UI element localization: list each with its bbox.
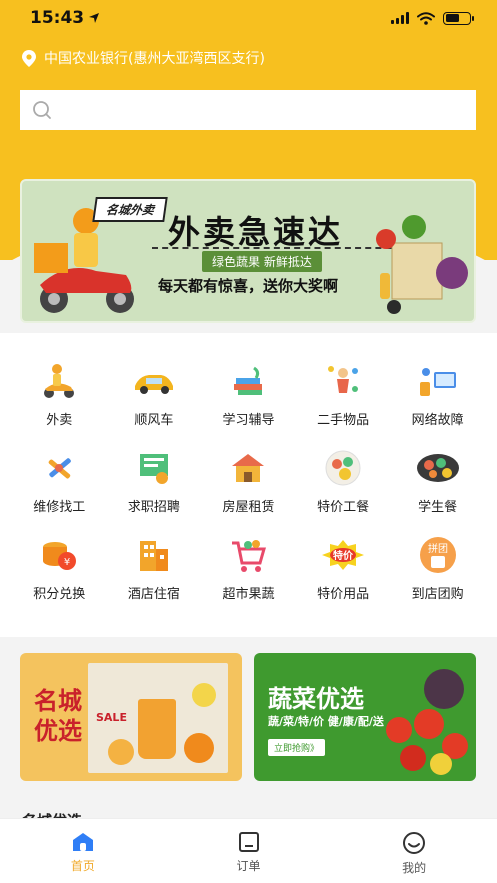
promo-card-vegetables[interactable]: 蔬菜优选 蔬/菜/特/价 健/康/配/送 立即抢购》 [254,653,476,781]
category-label: 求职招聘 [127,500,180,515]
buy-now-button[interactable]: 立即抢购》 [268,739,326,756]
special-price-icon: 特价 [320,535,366,575]
vegetable-basket-illustration [376,215,468,314]
svg-text:拼团: 拼团 [428,542,448,555]
student-meal-icon [415,448,461,488]
tab-orders-label: 订单 [236,859,261,873]
house-icon [225,448,271,488]
books-icon [225,361,271,401]
search-input[interactable] [60,90,476,130]
category-item[interactable]: 外卖 [12,361,107,428]
status-bar: 15:43 [0,0,497,36]
category-item[interactable]: 特价工餐 [296,448,391,515]
category-item[interactable]: 求职招聘 [107,448,202,515]
sale-text: SALE [96,711,127,724]
category-item[interactable]: 超市果蔬 [201,535,296,602]
takeout-banner[interactable]: 名城外卖 外卖急速达 绿色蔬果 新鲜抵达 每天都有惊喜，送你大奖啊 [20,179,476,323]
category-panel: 外卖 顺风车 学习辅导 二手物品 网络故障维修找工 求职招聘 房屋租赁 特价工餐 学生餐 ¥ 积分兑… [0,333,497,637]
promo-right-subtitle: 蔬/菜/特/价 健/康/配/送 [268,715,384,728]
tab-profile[interactable]: 我的 [331,819,497,883]
category-item[interactable]: 酒店住宿 [107,535,202,602]
category-label: 酒店住宿 [127,587,180,602]
signal-icon [391,12,409,24]
category-grid: 外卖 顺风车 学习辅导 二手物品 网络故障维修找工 求职招聘 房屋租赁 特价工餐 学生餐 ¥ 积分兑… [12,361,485,602]
hotel-icon [131,535,177,575]
category-label: 二手物品 [317,413,370,428]
promo-cards: 名城 优选 SALE 蔬菜优选 蔬/菜/特/价 健/康/配/送 立即抢购》 [20,653,476,781]
category-label: 维修找工 [33,500,86,515]
category-label: 特价工餐 [317,500,370,515]
category-label: 房屋租赁 [222,500,275,515]
wifi-icon [417,11,435,25]
current-location[interactable]: 中国农业银行(惠州大亚湾西区支行) [22,48,265,68]
promo-right-title: 蔬菜优选 [268,685,364,713]
promo-left-title2: 优选 [34,717,82,745]
category-item[interactable]: 房屋租赁 [201,448,296,515]
category-label: 超市果蔬 [222,587,275,602]
category-label: 顺风车 [134,413,174,428]
location-pin-icon [22,49,36,67]
banner-tag: 名城外卖 [92,197,168,222]
location-arrow-icon [89,13,100,23]
category-item[interactable]: 特价 特价用品 [296,535,391,602]
svg-text:特价: 特价 [333,549,354,562]
search-bar[interactable] [20,90,476,130]
category-label: 学习辅导 [222,413,275,428]
category-item[interactable]: 网络故障 [390,361,485,428]
meal-plate-icon [320,448,366,488]
svg-text:¥: ¥ [64,557,70,568]
category-item[interactable]: 学习辅导 [201,361,296,428]
category-item[interactable]: ¥ 积分兑换 [12,535,107,602]
group-buy-bag-icon: 拼团 [415,535,461,575]
delivery-scooter-icon [36,361,82,401]
category-label: 外卖 [46,413,73,428]
coins-icon: ¥ [36,535,82,575]
category-item[interactable]: 二手物品 [296,361,391,428]
category-label: 学生餐 [418,500,458,515]
category-item[interactable]: 学生餐 [390,448,485,515]
category-item[interactable]: 顺风车 [107,361,202,428]
tab-bar: 首页 订单 我的 [0,818,497,883]
banner-subtitle: 绿色蔬果 新鲜抵达 [202,251,322,272]
search-icon [33,101,51,119]
banner-promo: 每天都有惊喜，送你大奖啊 [158,277,339,295]
category-label: 特价用品 [317,587,370,602]
status-time: 15:43 [30,8,100,28]
shopping-cart-icon [225,535,271,575]
job-board-icon [131,448,177,488]
category-label: 到店团购 [411,587,464,602]
category-item[interactable]: 拼团 到店团购 [390,535,485,602]
tab-home[interactable]: 首页 [0,819,166,883]
home-icon [72,833,93,851]
category-item[interactable]: 维修找工 [12,448,107,515]
category-label: 网络故障 [411,413,464,428]
battery-icon [443,11,474,25]
tab-orders[interactable]: 订单 [166,819,332,883]
tab-home-label: 首页 [70,859,95,873]
tab-profile-label: 我的 [402,861,427,875]
promo-card-mingcheng[interactable]: 名城 优选 SALE [20,653,242,781]
network-repair-icon [415,361,461,401]
order-icon [238,832,259,852]
secondhand-items-icon [320,361,366,401]
car-icon [131,361,177,401]
tools-icon [36,448,82,488]
location-text: 中国农业银行(惠州大亚湾西区支行) [44,51,265,67]
category-label: 积分兑换 [33,587,86,602]
profile-smile-icon [403,832,426,854]
juice-photo: SALE [88,663,228,773]
